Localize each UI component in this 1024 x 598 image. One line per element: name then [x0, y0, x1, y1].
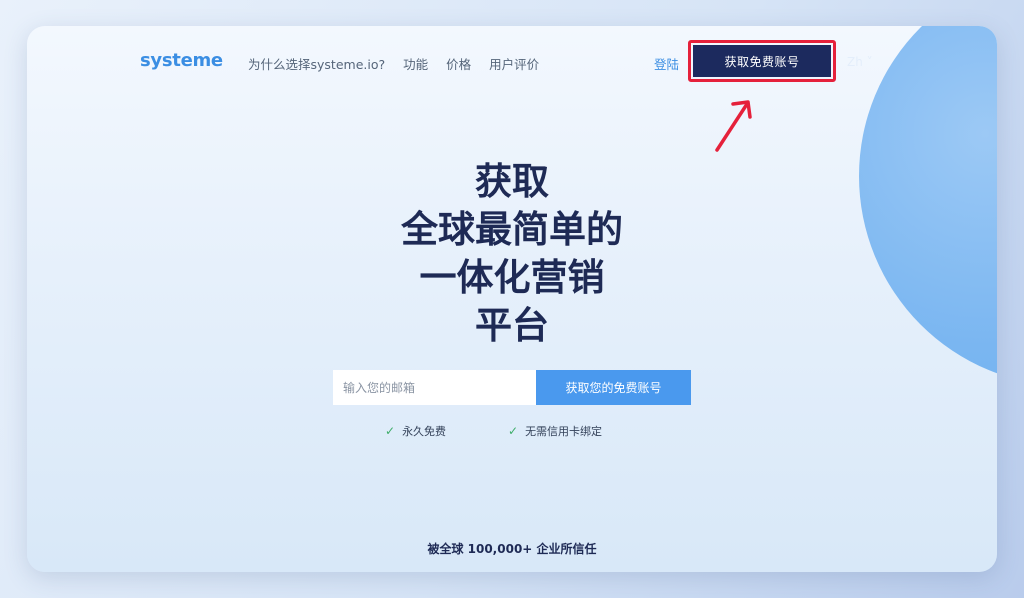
login-link[interactable]: 登陆 — [654, 54, 679, 73]
hero-title: 获取 全球最简单的 一体化营销 平台 — [27, 158, 997, 350]
red-arrow-icon — [715, 100, 752, 152]
checkmark-icon: ✓ — [385, 424, 396, 438]
hero-title-line: 平台 — [475, 304, 549, 347]
trusted-by-text: 被全球 100,000+ 企业所信任 — [427, 542, 597, 556]
chevron-down-icon: ˅ — [866, 55, 873, 69]
benefits-list: ✓ 永久免费 ✓ 无需信用卡绑定 — [27, 423, 997, 439]
nav-link-features[interactable]: 功能 — [403, 54, 428, 73]
signup-button[interactable]: 获取您的免费账号 — [536, 370, 691, 405]
page-frame: systeme 为什么选择systeme.io? 功能 价格 用户评价 登陆 获… — [27, 26, 997, 572]
language-selector[interactable]: Zh ˅ — [847, 55, 873, 69]
signup-form: 获取您的免费账号 — [333, 370, 691, 405]
nav-links: 为什么选择systeme.io? 功能 价格 用户评价 — [248, 54, 539, 73]
nav-link-why[interactable]: 为什么选择systeme.io? — [248, 54, 385, 73]
benefit-label: 永久免费 — [402, 425, 447, 438]
email-field[interactable] — [333, 370, 536, 405]
hero-title-line: 全球最简单的 — [401, 208, 623, 251]
top-nav: systeme 为什么选择systeme.io? 功能 价格 用户评价 登陆 获… — [27, 26, 997, 152]
benefit-label: 无需信用卡绑定 — [525, 425, 603, 438]
hero-title-line: 获取 — [475, 160, 549, 203]
benefit-item: ✓ 永久免费 — [385, 423, 446, 439]
logo[interactable]: systeme — [140, 50, 223, 71]
benefit-item: ✓ 无需信用卡绑定 — [508, 423, 602, 439]
checkmark-icon: ✓ — [508, 424, 519, 438]
nav-link-reviews[interactable]: 用户评价 — [489, 54, 539, 73]
language-label: Zh — [847, 55, 863, 69]
nav-link-pricing[interactable]: 价格 — [446, 54, 471, 73]
hero-title-line: 一体化营销 — [419, 256, 605, 299]
get-free-account-button[interactable]: 获取免费账号 — [693, 45, 831, 77]
